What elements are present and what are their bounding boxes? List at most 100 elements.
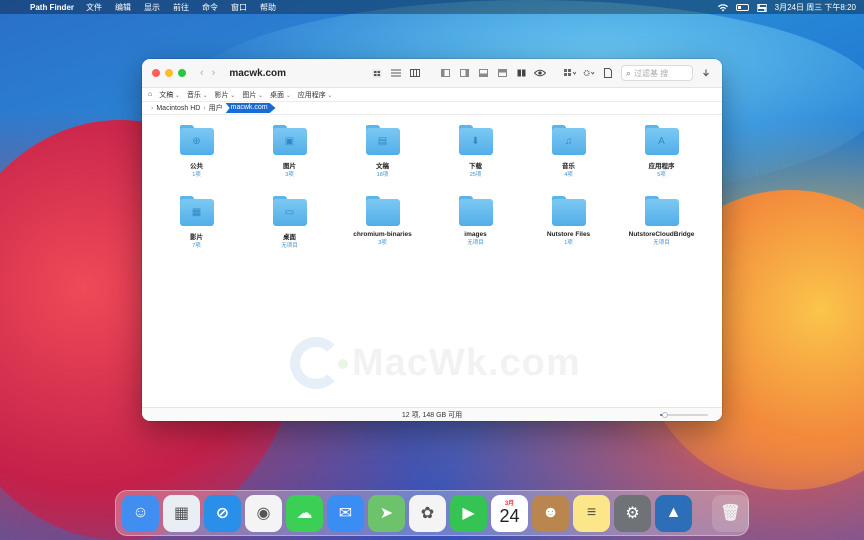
downloads-folder-icon[interactable]: ⬇	[458, 125, 493, 155]
menu-edit[interactable]: 编辑	[115, 2, 131, 13]
control-center-icon[interactable]	[756, 3, 768, 12]
music-folder-icon[interactable]: ♫	[551, 125, 586, 155]
file-name: images	[464, 231, 487, 238]
menu-clock[interactable]: 3月24日 周三 下午8:20	[775, 2, 856, 13]
menu-go[interactable]: 前往	[173, 2, 189, 13]
facetime-icon[interactable]: ▶	[450, 494, 487, 532]
status-bar: 12 项, 148 GB 可用	[142, 407, 722, 421]
file-item-count: 1项	[192, 172, 201, 178]
system-preferences-icon[interactable]: ⚙	[614, 494, 651, 532]
icon-size-slider[interactable]	[660, 412, 708, 418]
folder-icon[interactable]	[551, 196, 586, 226]
menu-help[interactable]: 帮助	[260, 2, 276, 13]
maps-icon[interactable]: ➤	[368, 494, 405, 532]
breadcrumb-users[interactable]: 用户	[209, 103, 223, 113]
file-item-count: 4项	[564, 172, 573, 178]
zoom-button[interactable]	[178, 69, 186, 77]
app-menu[interactable]: Path Finder	[30, 3, 74, 12]
breadcrumb-current[interactable]: macwk.com	[225, 103, 276, 113]
minimize-button[interactable]	[165, 69, 173, 77]
file-item[interactable]: ▭ 桌面 无项目	[243, 196, 336, 249]
breadcrumb-macintosh-hd[interactable]: Macintosh HD	[156, 105, 200, 112]
list-view-icon[interactable]	[390, 68, 402, 78]
file-item-count: 无项目	[653, 240, 670, 246]
applications-folder-icon[interactable]: A	[644, 125, 679, 155]
right-pane-icon[interactable]	[458, 68, 470, 78]
file-item[interactable]: ▦ 影片 7项	[150, 196, 243, 249]
file-item[interactable]: Nutstore Files 1项	[522, 196, 615, 249]
trash-icon[interactable]: 🗑	[712, 494, 749, 532]
public-folder-icon[interactable]: ⊕	[179, 125, 214, 155]
top-pane-icon[interactable]	[496, 68, 508, 78]
path-finder-window: ‹ › macwk.com ⌕ 过滤基 搜 ⌂ 文稿 ⌄ 音乐 ⌄ 影片 ⌄ 图…	[142, 59, 722, 421]
battery-icon[interactable]	[735, 3, 749, 11]
menu-file[interactable]: 文件	[86, 2, 102, 13]
folder-icon[interactable]	[365, 196, 400, 226]
favorite-pictures[interactable]: 图片	[242, 90, 263, 100]
favorite-movies[interactable]: 影片	[215, 90, 236, 100]
bottom-pane-icon[interactable]	[477, 68, 489, 78]
watermark: MacWk.com	[290, 337, 581, 389]
file-item[interactable]: chromium-binaries 3项	[336, 196, 429, 249]
actions-gear-icon[interactable]	[583, 68, 595, 78]
file-item[interactable]: ⊕ 公共 1项	[150, 125, 243, 178]
file-item[interactable]: ⬇ 下载 25项	[429, 125, 522, 178]
watermark-text: MacWk.com	[352, 341, 581, 384]
path-finder-icon[interactable]: ▲	[655, 494, 692, 532]
favorites-bar: ⌂ 文稿 音乐 影片 图片 桌面 应用程序	[142, 88, 722, 102]
file-browser: MacWk.com ⊕ 公共 1项 ▣ 图片 3项 ▤ 文稿 18项 ⬇ 下载 25项 ♫ 音乐 4项 A 应用…	[142, 115, 722, 406]
search-placeholder: 过滤基 搜	[634, 68, 669, 78]
favorite-desktop[interactable]: 桌面	[270, 90, 291, 100]
search-icon: ⌕	[626, 67, 632, 78]
notes-icon[interactable]: ≡	[573, 494, 610, 532]
menu-command[interactable]: 命令	[202, 2, 218, 13]
forward-arrow-icon[interactable]: ›	[212, 67, 216, 79]
file-item[interactable]: NutstoreCloudBridge 无项目	[615, 196, 708, 249]
close-button[interactable]	[152, 69, 160, 77]
quick-look-eye-icon[interactable]	[534, 68, 546, 78]
desktop-folder-icon[interactable]: ▭	[272, 196, 307, 226]
folder-icon[interactable]	[644, 196, 679, 226]
back-arrow-icon[interactable]: ‹	[200, 67, 204, 79]
file-item-count: 3项	[378, 240, 387, 246]
file-item-count: 无项目	[281, 243, 298, 249]
file-name: NutstoreCloudBridge	[628, 231, 695, 238]
new-document-icon[interactable]	[602, 68, 614, 78]
calendar-icon[interactable]: 3月 24	[491, 494, 528, 532]
file-item[interactable]: images 无项目	[429, 196, 522, 249]
pictures-folder-icon[interactable]: ▣	[272, 125, 307, 155]
folder-icon[interactable]	[458, 196, 493, 226]
favorite-music[interactable]: 音乐	[187, 90, 208, 100]
wifi-icon[interactable]	[717, 3, 728, 11]
menu-window[interactable]: 窗口	[231, 2, 247, 13]
arrange-grid-icon[interactable]	[564, 68, 576, 78]
movies-folder-icon[interactable]: ▦	[179, 196, 214, 226]
icon-view-icon[interactable]	[371, 68, 383, 78]
left-pane-icon[interactable]	[439, 68, 451, 78]
icon-size-slider-knob[interactable]	[661, 412, 668, 418]
photos-icon[interactable]: ✿	[409, 494, 446, 532]
safari-icon[interactable]: ⊘	[204, 494, 241, 532]
file-item[interactable]: ▣ 图片 3项	[243, 125, 336, 178]
dual-pane-icon[interactable]	[515, 68, 527, 78]
breadcrumb: › Macintosh HD › 用户 macwk.com	[142, 102, 722, 115]
file-item[interactable]: ▤ 文稿 18项	[336, 125, 429, 178]
search-field[interactable]: ⌕ 过滤基 搜	[621, 65, 693, 81]
column-view-icon[interactable]	[409, 68, 421, 78]
favorite-documents[interactable]: 文稿	[159, 90, 180, 100]
finder-icon[interactable]: ☺	[122, 494, 159, 532]
launchpad-icon[interactable]: ▦	[163, 494, 200, 532]
file-item[interactable]: A 应用程序 5项	[615, 125, 708, 178]
window-controls	[152, 69, 186, 77]
mail-icon[interactable]: ✉	[327, 494, 364, 532]
messages-icon[interactable]: ☁	[286, 494, 323, 532]
download-arrow-icon[interactable]	[700, 68, 712, 78]
documents-folder-icon[interactable]: ▤	[365, 125, 400, 155]
chrome-icon[interactable]: ◉	[245, 494, 282, 532]
home-icon[interactable]: ⌂	[148, 91, 152, 98]
file-item[interactable]: ♫ 音乐 4项	[522, 125, 615, 178]
window-title: macwk.com	[229, 67, 287, 79]
contacts-icon[interactable]: ☻	[532, 494, 569, 532]
menu-view[interactable]: 显示	[144, 2, 160, 13]
favorite-applications[interactable]: 应用程序	[298, 90, 333, 100]
